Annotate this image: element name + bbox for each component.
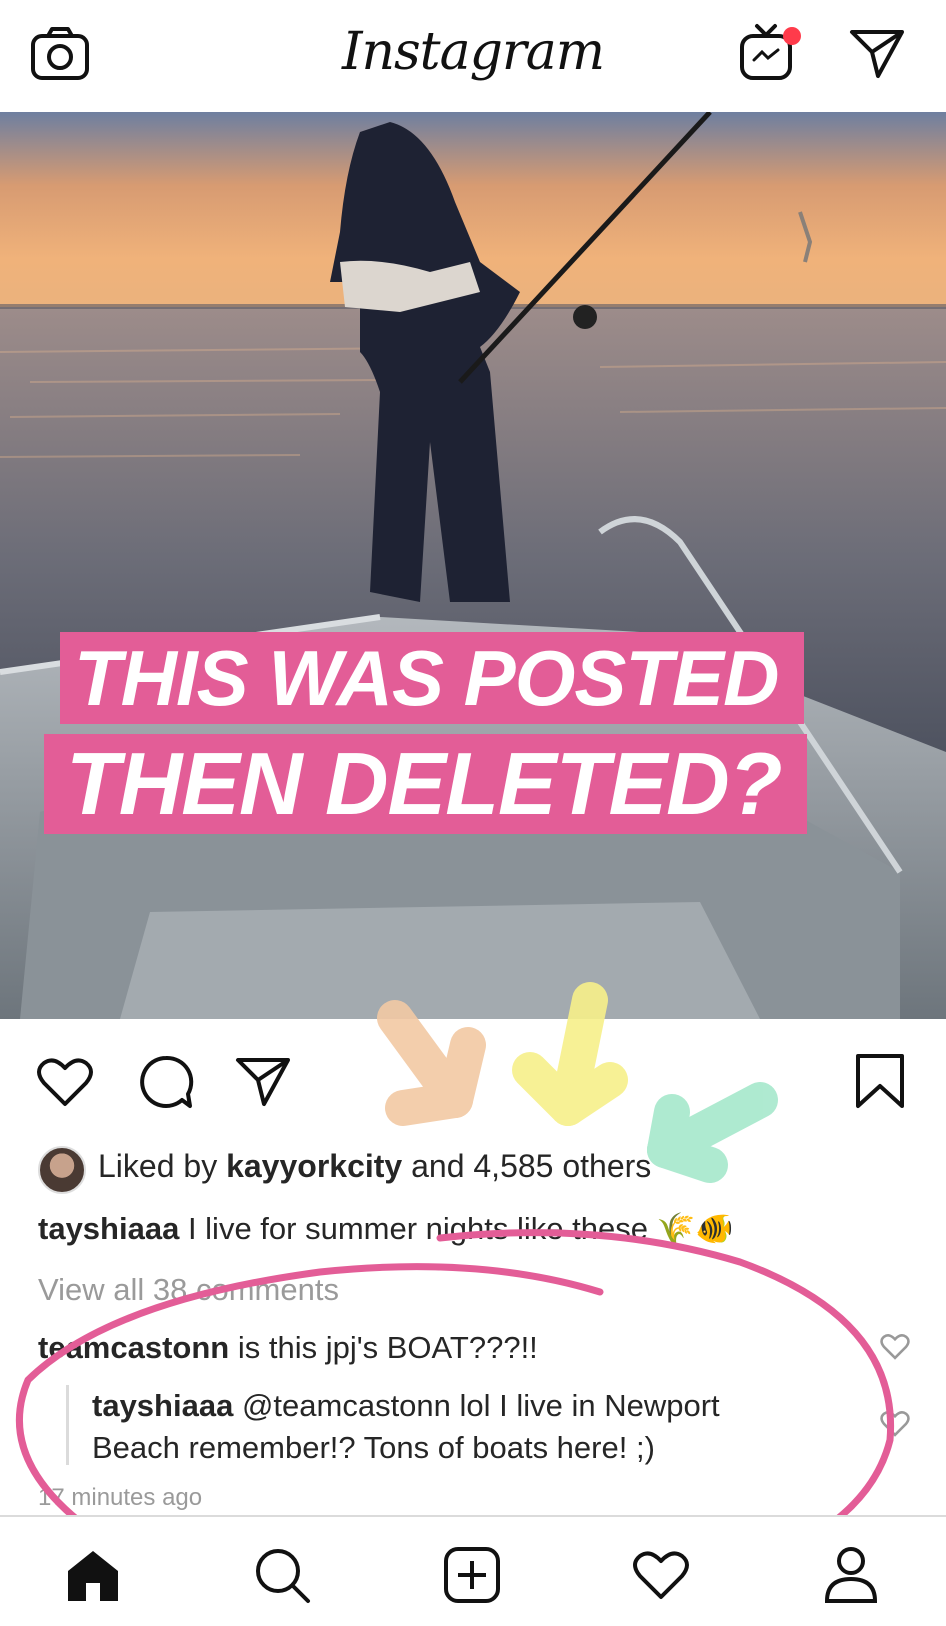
activity-icon[interactable] [632, 1549, 690, 1606]
search-icon[interactable] [252, 1545, 312, 1610]
home-icon[interactable] [64, 1547, 122, 1608]
profile-icon[interactable] [822, 1545, 880, 1610]
peach-arrow [377, 1000, 486, 1126]
bottom-tab-bar [0, 1515, 946, 1626]
annotation-overlay [16, 982, 895, 1611]
yellow-arrow [512, 982, 628, 1126]
mint-arrow [647, 1082, 778, 1183]
add-post-icon[interactable] [442, 1545, 502, 1610]
